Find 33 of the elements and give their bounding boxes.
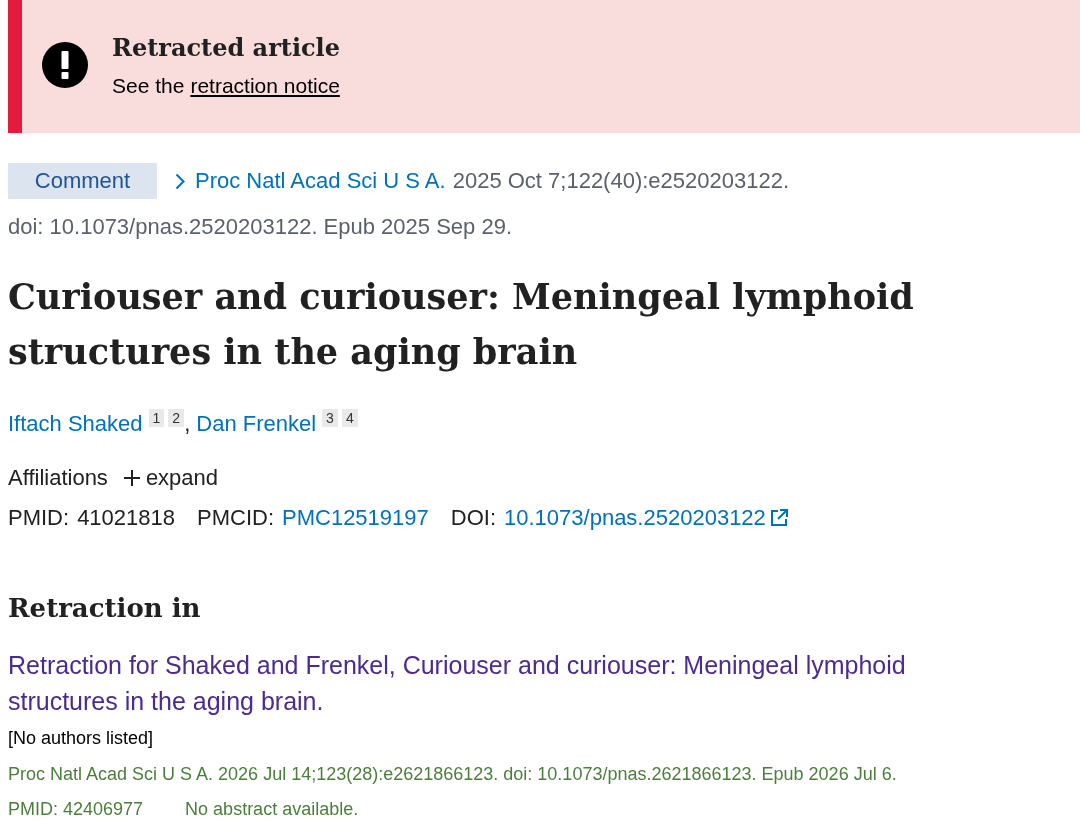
abstract-note: No abstract available.: [185, 798, 359, 821]
retraction-pmid: PMID: 42406977: [8, 798, 144, 821]
citation-doi: doi: 10.1073/pnas.2520203122. Epub 2025 Sep 29.: [8, 213, 513, 241]
identifier-label: DOI:: [450, 504, 497, 532]
identifier-link[interactable]: 10.1073/pnas.2520203122: [504, 503, 788, 533]
affiliation-link[interactable]: 3: [322, 409, 338, 427]
affiliations-toggle[interactable]: expand: [123, 463, 219, 493]
plus-icon: [123, 470, 140, 486]
external-link-icon: [769, 509, 788, 527]
affiliations-label: Affiliations: [8, 464, 108, 492]
retraction-notice-link[interactable]: retraction notice: [190, 71, 340, 101]
banner-title: Retracted article: [112, 32, 340, 64]
author-link[interactable]: Dan Frenkel: [196, 409, 317, 439]
section-heading: Retraction in: [8, 592, 202, 625]
retraction-title-link[interactable]: Retraction for Shaked and Frenkel, Curiouser and curiouser: Meningeal lymphoid structures in the aging brain.: [8, 647, 968, 719]
author-link[interactable]: Iftach Shaked: [8, 409, 143, 439]
article-title: Curiouser and curiouser: Meningeal lymphoid structures in the aging brain: [8, 275, 915, 374]
identifier-label: PMCID:: [197, 504, 274, 532]
affiliation-link[interactable]: 1: [148, 409, 165, 427]
identifier-link[interactable]: PMC12519197: [282, 503, 429, 533]
affiliation-link[interactable]: 4: [341, 409, 358, 427]
journal-link[interactable]: Proc Natl Acad Sci U S A.: [195, 167, 446, 195]
chevron-right-icon: [175, 172, 185, 190]
exclamation-circle-icon: [42, 42, 88, 88]
retraction-citation: Proc Natl Acad Sci U S A. 2026 Jul 14;123(28):e2621866123. doi: 10.1073/pnas.2621866123. Epub 2026 Jul 6.: [8, 763, 898, 786]
banner-text: See the: [112, 73, 185, 99]
citation-details: 2025 Oct 7;122(40):e2520203122.: [452, 167, 790, 195]
affiliation-link[interactable]: 2: [168, 409, 185, 427]
identifier-value: 41021818: [77, 504, 175, 532]
identifier-label: PMID:: [8, 504, 70, 532]
article-type-label: Comment: [8, 163, 157, 199]
author-separator: ,: [184, 410, 191, 438]
retraction-authors: [No authors listed]: [8, 727, 155, 750]
